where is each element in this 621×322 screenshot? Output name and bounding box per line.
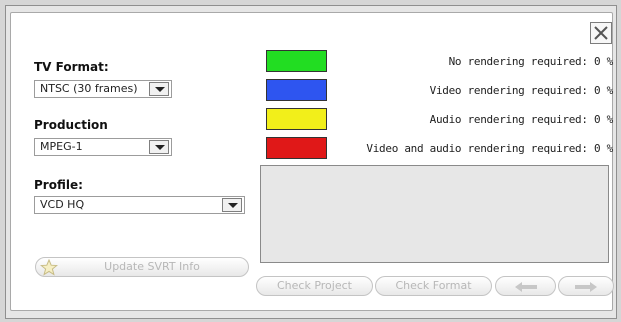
close-icon — [594, 26, 608, 40]
production-label: Production — [34, 118, 108, 132]
close-button[interactable] — [590, 22, 612, 44]
star-icon — [40, 259, 58, 276]
legend-video-rendering: Video rendering required: 0 % — [429, 84, 614, 97]
legend-audio-rendering: Audio rendering required: 0 % — [429, 113, 614, 126]
profile-select[interactable]: VCD HQ — [34, 196, 245, 214]
legend-video-audio-rendering: Video and audio rendering required: 0 % — [366, 142, 613, 155]
check-format-label: Check Format — [395, 279, 472, 292]
update-svrt-button[interactable]: Update SVRT Info — [35, 257, 249, 277]
chevron-down-icon[interactable] — [222, 198, 242, 212]
check-project-label: Check Project — [277, 279, 352, 292]
check-format-button[interactable]: Check Format — [375, 276, 492, 296]
production-select[interactable]: MPEG-1 — [34, 138, 172, 156]
results-area — [260, 165, 609, 263]
previous-button[interactable] — [495, 276, 556, 296]
arrow-right-icon — [575, 282, 597, 292]
arrow-left-icon — [514, 282, 537, 292]
profile-label: Profile: — [34, 178, 83, 192]
chevron-down-icon[interactable] — [149, 82, 169, 96]
update-svrt-label: Update SVRT Info — [104, 260, 200, 273]
tv-format-select[interactable]: NTSC (30 frames) — [34, 80, 172, 98]
next-button[interactable] — [558, 276, 614, 296]
legend-no-rendering: No rendering required: 0 % — [448, 55, 614, 68]
production-value: MPEG-1 — [40, 140, 83, 153]
check-project-button[interactable]: Check Project — [256, 276, 373, 296]
chevron-down-icon[interactable] — [149, 140, 169, 154]
tv-format-label: TV Format: — [34, 60, 109, 74]
tv-format-value: NTSC (30 frames) — [40, 82, 138, 95]
profile-value: VCD HQ — [40, 198, 85, 211]
